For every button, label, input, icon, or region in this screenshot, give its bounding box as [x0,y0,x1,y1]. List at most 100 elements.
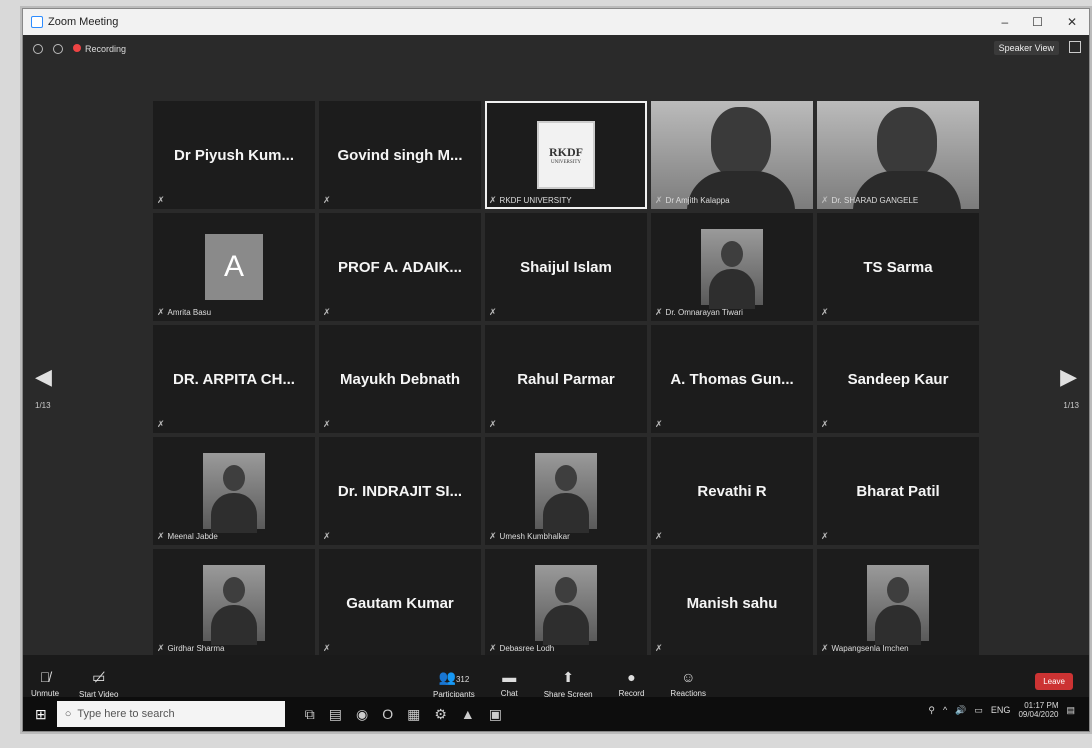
muted-mic-icon: ✗ [655,531,663,541]
tile-label: ✗ [489,419,500,430]
participant-tile[interactable]: Sandeep Kaur ✗ [817,325,979,433]
tile-label: ✗ [655,643,666,654]
participants-button[interactable]: 👥312 Participants [433,669,475,699]
tile-label: ✗ Umesh Kumbhalkar [489,531,570,542]
profile-photo [867,565,929,645]
participant-name: PROF A. ADAIK... [338,258,462,276]
tile-label: ✗ Meenal Jabde [157,531,218,542]
participant-tile[interactable]: ✗ Dr. SHARAD GANGELE [817,101,979,209]
app-icon[interactable]: ▦ [407,706,420,723]
unmute-button[interactable]: 🎙̸ Unmute [31,669,59,699]
participant-tile[interactable]: Mayukh Debnath ✗ [319,325,481,433]
clock[interactable]: 01:17 PM 09/04/2020 [1018,701,1058,719]
participant-tile[interactable]: ✗ Dr. Omnarayan Tiwari [651,213,813,321]
participant-tile[interactable]: Govind singh M... ✗ [319,101,481,209]
recording-indicator: Recording [73,44,126,54]
participant-tile[interactable]: ✗ Umesh Kumbhalkar [485,437,647,545]
language-indicator[interactable]: ENG [991,705,1011,715]
chat-icon: ▬ [502,669,517,685]
participant-name: Dr Piyush Kum... [173,146,295,164]
notifications-icon[interactable]: ▤ [1066,705,1075,716]
participant-tile[interactable]: ✗ Wapangsenla Imchen [817,549,979,657]
file-explorer-icon[interactable]: ▤ [329,706,342,723]
participant-tile[interactable]: ✗ Debasree Lodh [485,549,647,657]
participant-tile[interactable]: RKDF UNIVERSITY ✗ RKDF UNIVERSITY [485,101,647,209]
participant-tile[interactable]: A ✗ Amrita Basu [153,213,315,321]
participant-name: Rahul Parmar [517,370,615,388]
participant-name: Shaijul Islam [520,258,612,276]
clock-time: 01:17 PM [1024,701,1059,710]
muted-mic-icon: ✗ [655,643,663,653]
participant-name: Mayukh Debnath [339,370,460,388]
university-logo: RKDF UNIVERSITY [537,121,595,189]
participant-tile[interactable]: TS Sarma ✗ [817,213,979,321]
window-controls: – ☐ ✕ [1001,15,1089,29]
taskbar-search-input[interactable]: ○ Type here to search [56,701,285,727]
drive-icon[interactable]: ▲ [461,706,475,723]
zoom-app-icon[interactable]: ▣ [489,706,502,723]
start-video-button[interactable]: ▭̸ Start Video [79,669,118,699]
meeting-topbar: Recording Speaker View [23,35,1089,63]
fullscreen-icon[interactable] [1069,41,1081,53]
windows-taskbar: ⊞ ○ Type here to search ⧉ ▤ ◉ O ▦ ⚙ ▲ ▣ … [23,697,1089,731]
tile-label: ✗ Amrita Basu [157,307,211,318]
people-icon[interactable]: ⚲ [928,705,935,716]
participant-tile[interactable]: ✗ Meenal Jabde [153,437,315,545]
volume-icon[interactable]: 🔊 [955,705,966,716]
tile-label: ✗ [821,307,832,318]
participant-tile[interactable]: DR. ARPITA CH... ✗ [153,325,315,433]
profile-photo [203,565,265,645]
muted-mic-icon: ✗ [157,643,165,653]
window-title: Zoom Meeting [48,16,119,28]
participant-tile[interactable]: ✗ Dr Amjith Kalappa [651,101,813,209]
info-icon[interactable] [33,44,43,54]
recording-label: Recording [85,44,127,54]
search-placeholder: Type here to search [77,708,175,720]
network-icon[interactable]: ▭ [974,705,983,716]
participant-tile[interactable]: A. Thomas Gun... ✗ [651,325,813,433]
chat-button[interactable]: ▬ Chat [501,669,518,699]
chevron-up-icon[interactable]: ^ [943,705,947,715]
shield-icon[interactable] [53,44,63,54]
next-page-arrow-icon[interactable]: ▶ [1060,364,1077,390]
leave-button[interactable]: Leave [1035,673,1073,690]
record-icon: ● [627,669,636,685]
tile-label: ✗ Debasree Lodh [489,643,554,654]
share-screen-button[interactable]: ⬆ Share Screen [544,669,593,699]
windows-start-icon[interactable]: ⊞ [35,706,47,723]
participant-name: DR. ARPITA CH... [173,370,295,388]
zoom-window: Zoom Meeting – ☐ ✕ Recording Speaker Vie… [22,8,1090,732]
settings-icon[interactable]: ⚙ [434,706,447,723]
speaker-view-button[interactable]: Speaker View [993,41,1059,55]
prev-page-arrow-icon[interactable]: ◀ [35,364,52,390]
clock-date: 09/04/2020 [1018,710,1059,719]
participant-name: TS Sarma [863,258,933,276]
participant-tile[interactable]: Shaijul Islam ✗ [485,213,647,321]
record-button[interactable]: ● Record [619,669,645,699]
participant-tile[interactable]: ✗ Girdhar Sharma [153,549,315,657]
minimize-button[interactable]: – [1001,15,1008,29]
participant-label: Umesh Kumbhalkar [499,532,570,541]
participant-tile[interactable]: Manish sahu ✗ [651,549,813,657]
participant-name: Dr. INDRAJIT SI... [337,482,463,500]
video-feed [651,101,813,209]
left-page-indicator: 1/13 [35,401,51,410]
browser-icon[interactable]: ◉ [356,706,368,723]
tile-label: ✗ [655,419,666,430]
reactions-button[interactable]: ☺ Reactions [670,669,706,699]
participant-tile[interactable]: Revathi R ✗ [651,437,813,545]
participant-tile[interactable]: Rahul Parmar ✗ [485,325,647,433]
tile-label: ✗ [323,531,334,542]
profile-photo [203,453,265,533]
participant-tile[interactable]: Gautam Kumar ✗ [319,549,481,657]
participant-tile[interactable]: Dr. INDRAJIT SI... ✗ [319,437,481,545]
close-button[interactable]: ✕ [1067,15,1077,29]
opera-icon[interactable]: O [382,706,393,723]
muted-mic-icon: ✗ [489,419,497,429]
task-view-icon[interactable]: ⧉ [305,706,315,723]
maximize-button[interactable]: ☐ [1032,15,1043,29]
participant-tile[interactable]: PROF A. ADAIK... ✗ [319,213,481,321]
participant-tile[interactable]: Dr Piyush Kum... ✗ [153,101,315,209]
participant-name: A. Thomas Gun... [670,370,794,388]
participant-tile[interactable]: Bharat Patil ✗ [817,437,979,545]
